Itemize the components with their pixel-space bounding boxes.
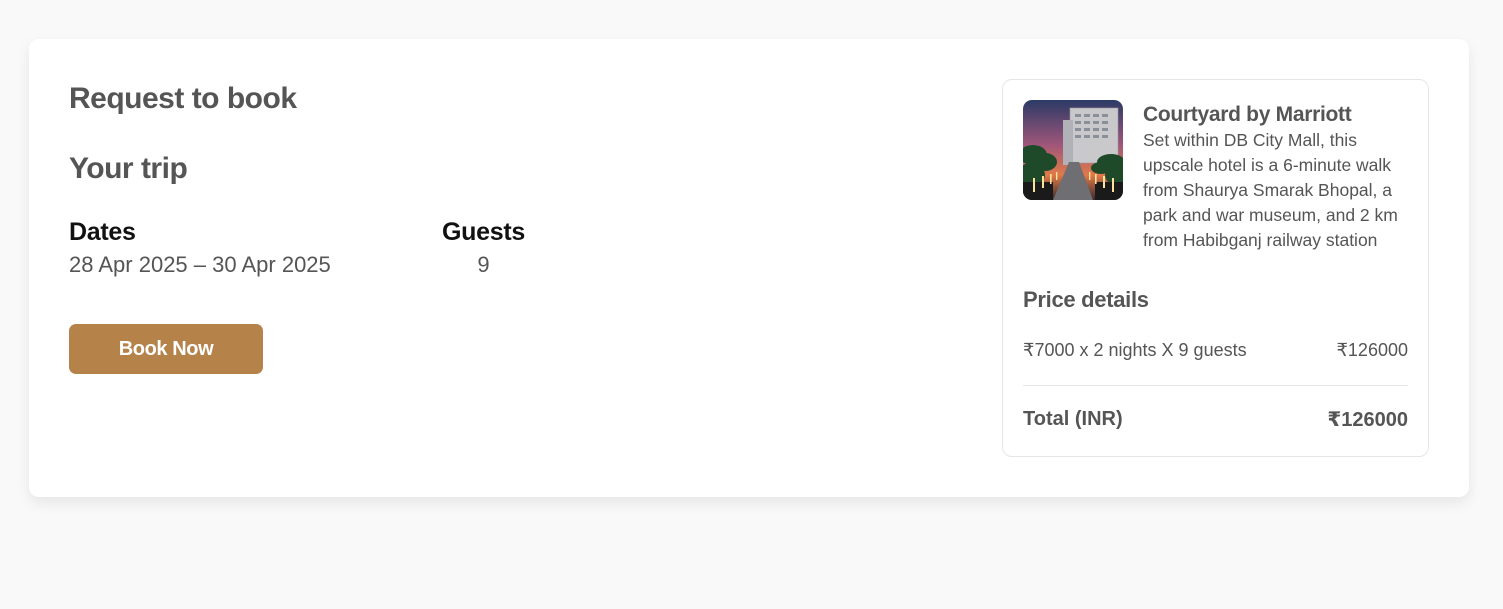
total-amount: ₹126000 [1327,409,1408,431]
price-line-label: ₹7000 x 2 nights X 9 guests [1023,340,1247,360]
price-divider [1023,385,1408,386]
page-title: Request to book [69,82,297,115]
hotel-info: Courtyard by Marriott Set within DB City… [1143,102,1413,253]
price-details-heading: Price details [1023,287,1149,312]
hotel-name: Courtyard by Marriott [1143,103,1352,126]
booking-panel: Request to book Your trip Dates 28 Apr 2… [69,39,669,497]
dates-block: Dates 28 Apr 2025 – 30 Apr 2025 [69,217,331,279]
booking-card: Request to book Your trip Dates 28 Apr 2… [29,39,1469,497]
price-line-amount: ₹126000 [1336,340,1408,360]
guests-value: 9 [477,252,490,277]
hotel-image [1023,100,1123,200]
total-row: Total (INR) ₹126000 [1023,407,1408,432]
trip-heading: Your trip [69,152,188,185]
guests-block: Guests 9 [442,217,525,279]
total-label: Total (INR) [1023,408,1123,430]
dates-value: 28 Apr 2025 – 30 Apr 2025 [69,252,331,277]
book-now-button[interactable]: Book Now [69,324,263,374]
dates-label: Dates [69,218,136,246]
price-line: ₹7000 x 2 nights X 9 guests ₹126000 [1023,340,1408,361]
hotel-description: Set within DB City Mall, this upscale ho… [1143,130,1398,250]
guests-label: Guests [442,218,525,246]
hotel-photo-icon [1023,100,1123,200]
booking-summary: Courtyard by Marriott Set within DB City… [1002,79,1429,457]
